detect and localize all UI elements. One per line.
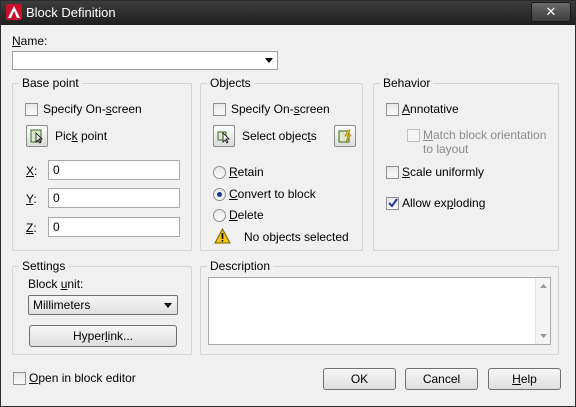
delete-radio[interactable] xyxy=(213,209,226,222)
x-coordinate-input[interactable] xyxy=(48,160,180,180)
quick-select-icon xyxy=(338,129,352,143)
name-label: Name: xyxy=(12,34,48,48)
base-specify-onscreen-label: Specify On-screen xyxy=(43,102,142,116)
block-definition-dialog: Block Definition ✕ Name: Base point Spec… xyxy=(0,0,576,407)
radio-selected-dot xyxy=(217,192,222,197)
block-unit-label: Block unit: xyxy=(28,277,84,291)
base-point-title: Base point xyxy=(19,76,82,90)
select-objects-button[interactable] xyxy=(213,125,235,147)
scroll-down-icon[interactable] xyxy=(540,334,547,338)
pick-point-icon xyxy=(30,129,43,144)
settings-title: Settings xyxy=(19,259,69,273)
objects-title: Objects xyxy=(207,76,254,90)
behavior-title: Behavior xyxy=(380,76,434,90)
objects-specify-onscreen-checkbox[interactable] xyxy=(213,103,226,116)
window-title: Block Definition xyxy=(26,5,116,20)
match-orientation-checkbox[interactable] xyxy=(407,129,420,142)
open-in-block-editor-checkbox[interactable] xyxy=(13,372,26,385)
scale-uniformly-label: Scale uniformly xyxy=(402,165,485,179)
retain-radio[interactable] xyxy=(213,166,226,179)
description-title: Description xyxy=(207,259,274,273)
z-label: Z: xyxy=(26,221,37,235)
block-unit-value: Millimeters xyxy=(33,298,91,312)
selection-status: No objects selected xyxy=(244,230,349,244)
cancel-button[interactable]: Cancel xyxy=(405,368,478,390)
warning-icon xyxy=(214,228,231,244)
match-orientation-label: Match block orientation to layout xyxy=(423,128,547,156)
allow-exploding-checkbox[interactable] xyxy=(386,197,399,210)
chevron-down-icon xyxy=(164,303,172,308)
annotative-checkbox[interactable] xyxy=(386,103,399,116)
select-objects-icon xyxy=(217,131,230,144)
select-objects-label: Select objects xyxy=(242,129,317,143)
description-scrollbar[interactable] xyxy=(535,278,550,344)
y-label: Y: xyxy=(26,192,37,206)
objects-specify-onscreen-label: Specify On-screen xyxy=(231,102,330,116)
block-unit-select[interactable]: Millimeters xyxy=(28,295,178,315)
name-combobox[interactable] xyxy=(12,51,278,70)
delete-label: Delete xyxy=(229,208,264,222)
annotative-label: Annotative xyxy=(402,102,459,116)
quick-select-button[interactable] xyxy=(334,125,356,147)
checkmark-icon xyxy=(388,198,398,208)
x-label: X: xyxy=(26,164,38,178)
z-coordinate-input[interactable] xyxy=(48,217,180,237)
retain-label: Retain xyxy=(229,165,264,179)
pick-point-label: Pick point xyxy=(55,129,108,143)
autocad-logo-icon xyxy=(6,4,22,20)
close-button[interactable]: ✕ xyxy=(531,2,571,22)
allow-exploding-label: Allow exploding xyxy=(402,196,486,210)
help-button[interactable]: Help xyxy=(488,368,561,390)
chevron-down-icon[interactable] xyxy=(265,58,273,63)
description-textarea[interactable] xyxy=(208,277,551,345)
base-specify-onscreen-checkbox[interactable] xyxy=(25,103,38,116)
title-bar[interactable]: Block Definition ✕ xyxy=(1,1,575,25)
convert-to-block-radio[interactable] xyxy=(213,188,226,201)
close-icon: ✕ xyxy=(545,4,557,19)
scroll-up-icon[interactable] xyxy=(540,284,547,288)
pick-point-button[interactable] xyxy=(26,125,48,147)
ok-button[interactable]: OK xyxy=(323,368,396,390)
y-coordinate-input[interactable] xyxy=(48,188,180,208)
hyperlink-button[interactable]: Hyperlink... xyxy=(29,325,177,347)
scale-uniformly-checkbox[interactable] xyxy=(386,166,399,179)
convert-to-block-label: Convert to block xyxy=(229,187,316,201)
open-in-block-editor-label: Open in block editor xyxy=(29,371,136,385)
